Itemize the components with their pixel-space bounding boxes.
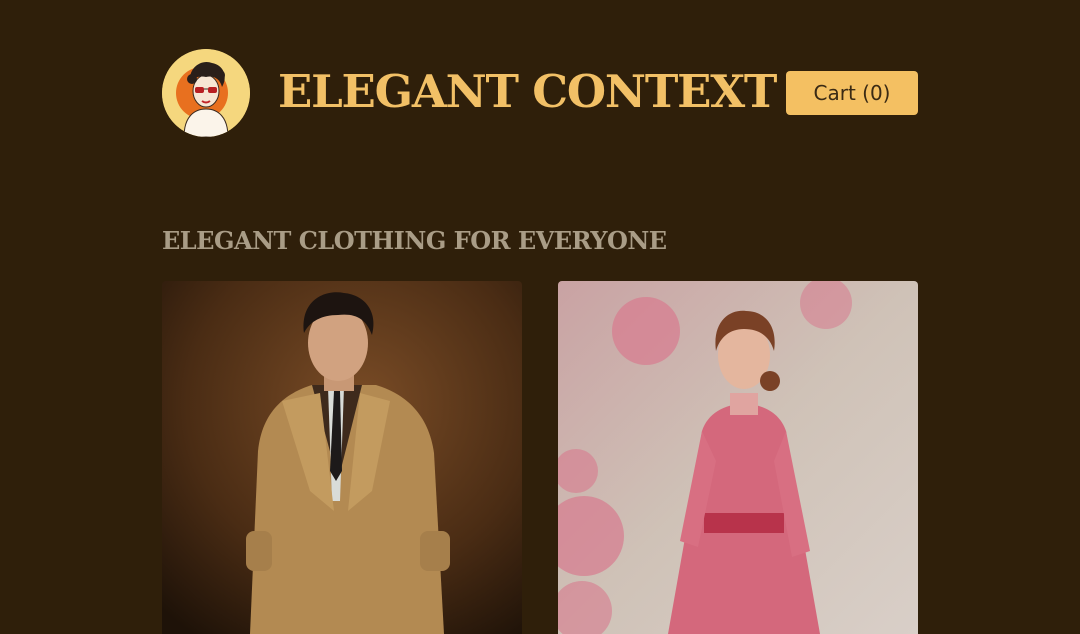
brand-title: ELEGANT CONTEXT xyxy=(278,65,777,118)
product-card-woman-pink-dress[interactable] xyxy=(558,281,918,634)
man-in-trench-coat-photo xyxy=(162,281,522,634)
cart-button[interactable]: Cart (0) xyxy=(786,71,918,115)
brand-logo[interactable] xyxy=(162,49,250,137)
section-heading: ELEGANT CLOTHING FOR EVERYONE xyxy=(162,226,667,255)
product-card-man-trench-coat[interactable] xyxy=(162,281,522,634)
woman-in-pink-dress-photo xyxy=(558,281,918,634)
woman-with-sunglasses-illustration xyxy=(162,49,250,137)
